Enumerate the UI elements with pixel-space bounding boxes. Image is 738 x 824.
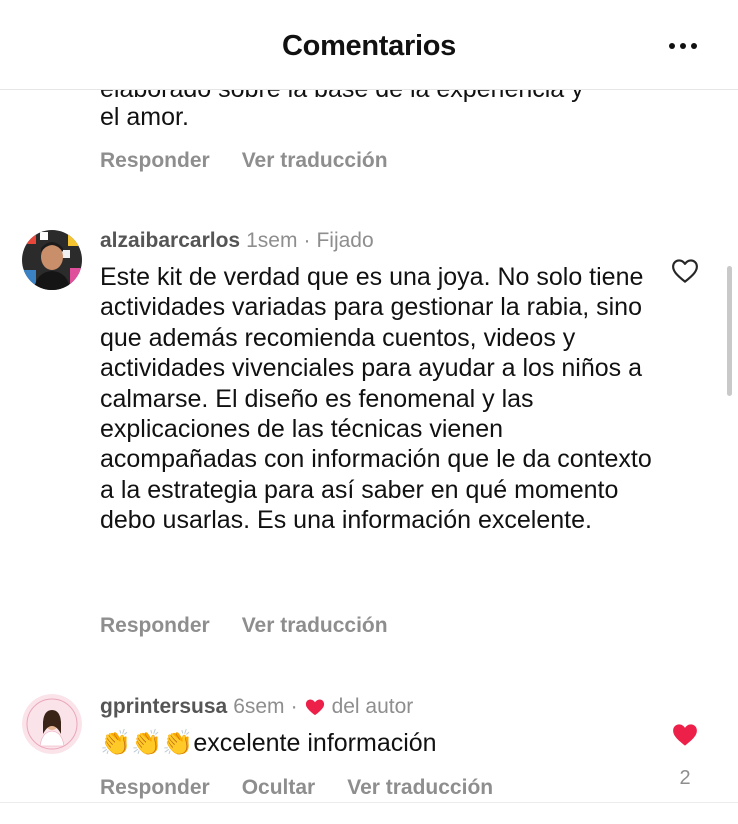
separator-dot: ·	[303, 229, 311, 252]
comment-time: 6sem	[233, 695, 285, 718]
comment-username[interactable]: alzaibarcarlos	[100, 229, 240, 253]
comment-text: excelente información	[193, 729, 437, 757]
see-translation-button[interactable]: Ver traducción	[242, 149, 388, 173]
header-bar: Comentarios	[0, 0, 738, 90]
reply-button[interactable]: Responder	[100, 149, 210, 173]
author-liked-label: del autor	[331, 695, 414, 718]
comment-text: Este kit de verdad que es una joya. No s…	[100, 263, 652, 535]
more-dot	[680, 43, 686, 49]
more-options-icon[interactable]	[666, 38, 700, 54]
comment-header: alzaibarcarlos 1sem · Fijado	[100, 229, 374, 253]
more-dot	[669, 43, 675, 49]
scrollbar[interactable]	[727, 266, 732, 396]
comment-time: 1sem	[246, 229, 298, 252]
avatar[interactable]	[22, 694, 82, 754]
divider	[0, 802, 738, 803]
see-translation-button[interactable]: Ver traducción	[242, 614, 388, 638]
avatar[interactable]	[22, 230, 82, 290]
more-dot	[691, 43, 697, 49]
see-translation-button[interactable]: Ver traducción	[347, 776, 493, 800]
hide-button[interactable]: Ocultar	[242, 776, 316, 800]
separator-dot: ·	[290, 695, 298, 718]
comment-header: gprintersusa 6sem · del autor	[100, 695, 413, 719]
author-heart-icon	[305, 699, 324, 716]
prev-comment-tail: el amor.	[100, 103, 189, 131]
reply-button[interactable]: Responder	[100, 614, 210, 638]
like-count: 2	[679, 767, 691, 789]
comment-text-row: 👏👏👏 excelente información	[100, 728, 660, 758]
liked-heart-icon[interactable]	[669, 720, 701, 750]
pinned-label: Fijado	[316, 229, 374, 252]
reply-button[interactable]: Responder	[100, 776, 210, 800]
clap-emoji: 👏👏👏	[100, 729, 194, 757]
prev-comment-actions: Responder Ver traducción	[100, 149, 388, 173]
like-heart-icon[interactable]	[669, 256, 701, 286]
comment-username[interactable]: gprintersusa	[100, 695, 227, 719]
page-title: Comentarios	[282, 30, 456, 62]
comment-actions: Responder Ver traducción	[100, 614, 388, 638]
comment-actions: Responder Ocultar Ver traducción	[100, 776, 493, 800]
avatar-image	[22, 230, 82, 290]
avatar-image	[22, 694, 82, 754]
